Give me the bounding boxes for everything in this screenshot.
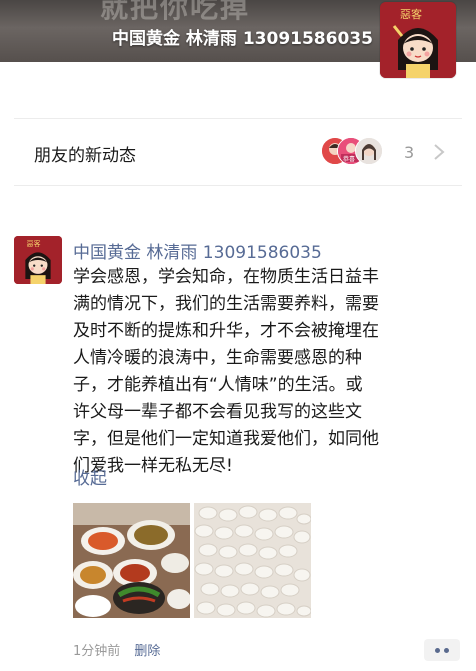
- profile-avatar[interactable]: 惡客: [380, 2, 456, 78]
- post-author-avatar[interactable]: 惡客: [14, 236, 62, 284]
- post-text-line: 子，才能养植出有“人情味”的生活。或: [73, 375, 363, 395]
- delete-post-link[interactable]: 删除: [134, 644, 160, 659]
- more-actions-button[interactable]: [424, 639, 460, 661]
- post-text-line: 许父母一辈子都不会看见我写的这些文: [73, 402, 362, 422]
- friends-updates-row[interactable]: 朋友的新动态 恭喜 3: [14, 118, 462, 186]
- post-text-line: 字，但是他们一定知道我爱他们，如同他: [73, 429, 379, 449]
- post-text-line: 满的情况下，我们的生活需要养料，需要: [73, 294, 379, 314]
- post-body-text: 学会感恩，学会知命，在物质生活日益丰 满的情况下，我们的生活需要养料，需要 及时…: [73, 264, 443, 480]
- chevron-right-icon: [434, 144, 445, 160]
- post-avatar-stamp-text: 惡客: [27, 239, 41, 248]
- friend-avatar-badge: 恭喜: [343, 155, 355, 163]
- cartoon-girl-avatar-icon: 惡客: [14, 236, 62, 284]
- post-text-line: 学会感恩，学会知命，在物质生活日益丰: [73, 267, 379, 287]
- more-dots-icon: [435, 648, 440, 653]
- dumplings-photo[interactable]: [194, 503, 311, 618]
- dinner-dishes-photo[interactable]: [73, 503, 190, 618]
- friends-updates-count: 3: [404, 143, 415, 162]
- cover-banner-text: 就把你吃掉: [100, 0, 251, 24]
- avatar-stamp-text: 惡客: [400, 7, 422, 21]
- friend-avatar: [355, 137, 383, 165]
- post-text-line: 人情冷暖的浪涛中，生命需要感恩的种: [73, 348, 362, 368]
- cartoon-girl-avatar-icon: 惡客: [380, 2, 456, 78]
- friends-updates-label: 朋友的新动态: [34, 146, 136, 166]
- post-meta: 1分钟前 删除: [73, 640, 160, 659]
- post-text-line: 们爱我一样无私无尽!: [73, 456, 233, 476]
- post-timestamp: 1分钟前: [73, 644, 121, 659]
- more-dots-icon: [444, 648, 449, 653]
- cover-name-line: 中国黄金 林清雨 13091586035: [112, 29, 373, 49]
- post-author-name[interactable]: 中国黄金 林清雨 13091586035: [73, 238, 322, 263]
- friend-avatars-stack: 恭喜: [321, 137, 387, 165]
- collapse-text-link[interactable]: 收起: [73, 464, 107, 489]
- post-text-line: 及时不断的提炼和升华，才不会被掩埋在: [73, 321, 379, 341]
